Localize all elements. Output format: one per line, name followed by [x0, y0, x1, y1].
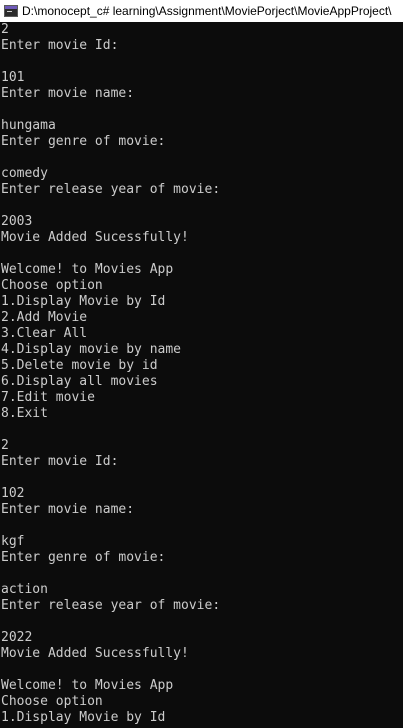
- console-line: Choose option: [1, 694, 103, 709]
- console-line: 102: [1, 486, 25, 501]
- console-line: kgf: [1, 534, 25, 549]
- console-line: 101: [1, 70, 25, 85]
- console-line: Enter movie Id:: [1, 38, 119, 53]
- console-line: 5.Delete movie by id: [1, 358, 158, 373]
- console-line: 8.Exit: [1, 406, 48, 421]
- console-window: D:\monocept_c# learning\Assignment\Movie…: [0, 0, 403, 728]
- console-line: 6.Display all movies: [1, 374, 158, 389]
- console-line: 7.Edit movie: [1, 390, 95, 405]
- console-line: 2.Add Movie: [1, 310, 88, 325]
- console-line: Enter movie name:: [1, 502, 135, 517]
- console-app-icon[interactable]: [4, 5, 18, 17]
- console-line: Enter genre of movie:: [1, 134, 166, 149]
- console-line: 3.Clear All: [1, 326, 88, 341]
- console-line: 1.Display Movie by Id: [1, 294, 166, 309]
- console-line: Enter release year of movie:: [1, 182, 221, 197]
- window-title: D:\monocept_c# learning\Assignment\Movie…: [22, 4, 392, 18]
- console-line: Enter movie name:: [1, 86, 135, 101]
- console-line: Welcome! to Movies App: [1, 678, 174, 693]
- console-line: Enter release year of movie:: [1, 598, 221, 613]
- console-line: hungama: [1, 118, 56, 133]
- console-line: Movie Added Sucessfully!: [1, 230, 189, 245]
- console-line: 2: [1, 22, 9, 37]
- console-line: Movie Added Sucessfully!: [1, 646, 189, 661]
- console-line: 2022: [1, 630, 33, 645]
- console-line: 2: [1, 438, 9, 453]
- console-line: 1.Display Movie by Id: [1, 710, 166, 725]
- console-line: Enter genre of movie:: [1, 550, 166, 565]
- console-line: Enter movie Id:: [1, 454, 119, 469]
- console-line: action: [1, 582, 48, 597]
- console-line: Choose option: [1, 278, 103, 293]
- console-line: comedy: [1, 166, 48, 181]
- console-line: 4.Display movie by name: [1, 342, 182, 357]
- console-line: Welcome! to Movies App: [1, 262, 174, 277]
- title-bar[interactable]: D:\monocept_c# learning\Assignment\Movie…: [0, 0, 403, 22]
- console-line: 2003: [1, 214, 33, 229]
- console-output[interactable]: 2 Enter movie Id: 101 Enter movie name: hung…: [0, 22, 403, 728]
